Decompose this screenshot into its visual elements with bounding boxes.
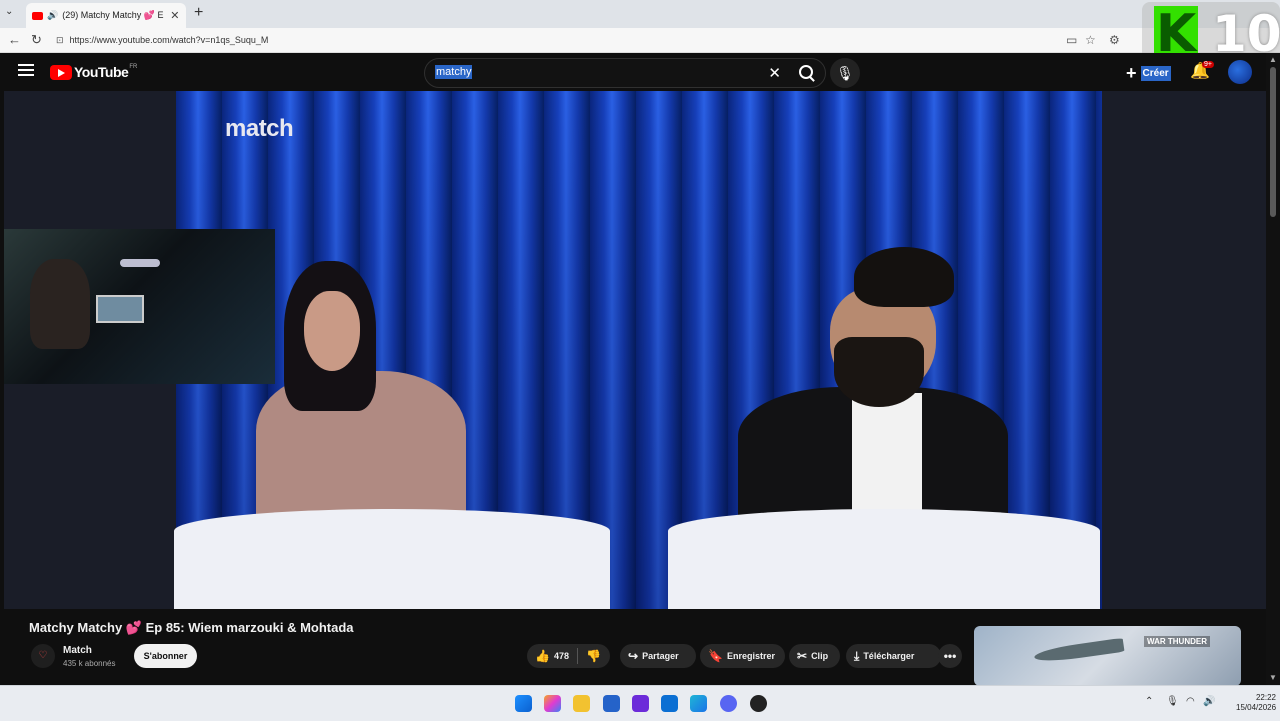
system-clock[interactable]: 22:22 15/04/2026 (1236, 693, 1276, 713)
clip-label: Clip (811, 651, 829, 661)
video-player[interactable]: match ♡ (4, 91, 1266, 609)
volume-icon[interactable]: 🔊 (1203, 696, 1215, 707)
account-avatar[interactable] (1228, 60, 1252, 84)
subscribe-button[interactable]: S'abonner (134, 644, 197, 668)
channel-subscriber-count: 435 k abonnés (63, 659, 116, 668)
guest-woman (256, 261, 466, 521)
thumbnail-text: WAR THUNDER (1144, 636, 1210, 647)
url-text: https://www.youtube.com/watch?v=n1qs_Suq… (69, 35, 269, 45)
like-dislike-group: 👍 478 👎 (527, 644, 610, 668)
jet-image (1033, 637, 1125, 665)
channel-avatar[interactable]: ♡ (31, 644, 55, 668)
bookmark-icon: 🔖 (708, 649, 723, 663)
create-button[interactable]: + Créer (1126, 63, 1171, 84)
dislike-thumb-icon[interactable]: 👎 (586, 649, 601, 663)
store-icon[interactable] (603, 695, 620, 712)
edge-browser-icon[interactable] (690, 695, 707, 712)
more-dots-icon: ••• (943, 649, 957, 663)
extensions-icon[interactable]: ⚙ (1109, 33, 1120, 47)
recommended-video-thumbnail[interactable]: WAR THUNDER (974, 626, 1241, 686)
youtube-favicon-icon (32, 11, 43, 20)
new-tab-icon[interactable]: + (194, 4, 203, 22)
site-info-icon[interactable]: ⊡ (56, 35, 64, 46)
youtube-play-icon (50, 64, 72, 80)
discord-icon[interactable] (720, 695, 737, 712)
download-button[interactable]: ⤓ Télécharger (846, 644, 941, 668)
plus-icon: + (1126, 63, 1137, 83)
share-arrow-icon: ↪ (628, 649, 639, 663)
notifications-badge: 9+ (1202, 61, 1214, 68)
reader-icon[interactable]: ▭ (1066, 33, 1077, 47)
download-icon: ⤓ (854, 648, 860, 663)
back-icon[interactable]: ← (8, 32, 21, 47)
obs-icon[interactable] (632, 695, 649, 712)
audio-playing-icon[interactable]: 🔊 (47, 10, 58, 21)
share-label: Partager (642, 651, 679, 661)
video-info: Matchy Matchy 💕 Ep 85: Wiem marzouki & M… (4, 609, 1266, 686)
youtube-header: YouTube FR matchy ✕ 🎙 + Créer 🔔 9+ (4, 53, 1266, 91)
match-brand-watermark: match (225, 115, 294, 142)
scroll-down-icon[interactable]: ▼ (1269, 673, 1277, 682)
search-icon[interactable] (799, 65, 813, 79)
like-thumb-icon[interactable]: 👍 (535, 649, 550, 663)
channel-name[interactable]: Match (63, 645, 92, 656)
like-count[interactable]: 478 (554, 651, 569, 661)
like-separator (576, 648, 578, 664)
clock-time: 22:22 (1255, 693, 1276, 702)
menu-icon[interactable] (18, 64, 34, 76)
favorite-star-icon[interactable]: ☆ (1085, 33, 1096, 47)
reload-icon[interactable]: ↻ (31, 32, 42, 48)
guest-woman-face (304, 291, 360, 371)
create-label: Créer (1140, 66, 1171, 81)
download-label: Télécharger (863, 651, 915, 661)
tray-overflow-icon[interactable]: ⌃ (1145, 696, 1153, 707)
scissors-icon: ✂ (797, 649, 808, 663)
guest-man-hair (854, 247, 954, 307)
youtube-logo[interactable]: YouTube FR (50, 64, 137, 80)
browser-tab-bar: ⌄ 🔊 (29) Matchy Matchy 💕 Ep 85 ✕ + (0, 0, 1280, 28)
webcam-light (120, 259, 160, 267)
guest-man (738, 247, 1008, 517)
start-windows-icon[interactable] (515, 695, 532, 712)
streamer-figure (30, 259, 90, 349)
wifi-icon[interactable]: ◠ (1186, 696, 1195, 707)
youtube-wordmark: YouTube (74, 64, 129, 80)
copilot-icon[interactable] (544, 695, 561, 712)
clip-button[interactable]: ✂ Clip (789, 644, 840, 668)
country-code: FR (129, 64, 138, 70)
search-input[interactable]: matchy (435, 65, 473, 79)
url-field[interactable]: ⊡ https://www.youtube.com/watch?v=n1qs_S… (50, 30, 1150, 50)
clock-date: 15/04/2026 (1236, 703, 1277, 712)
webcam-monitor (96, 295, 144, 323)
address-bar: ← ↻ ⊡ https://www.youtube.com/watch?v=n1… (0, 28, 1280, 53)
save-label: Enregistrer (726, 651, 775, 661)
video-background-right (1102, 91, 1266, 609)
clear-search-icon[interactable]: ✕ (768, 64, 781, 82)
browser-tab-active[interactable]: 🔊 (29) Matchy Matchy 💕 Ep 85 ✕ (26, 3, 186, 28)
share-button[interactable]: ↪ Partager (620, 644, 696, 668)
table-right (668, 509, 1100, 609)
tab-list-icon[interactable]: ⌄ (5, 6, 13, 17)
more-actions-button[interactable]: ••• (938, 644, 962, 668)
tab-title: (29) Matchy Matchy 💕 Ep 85 (62, 10, 164, 20)
mic-tray-icon[interactable]: 🎙 (1166, 696, 1179, 707)
outlook-icon[interactable] (661, 695, 678, 712)
page-scrollbar[interactable]: ▲ ▼ (1266, 53, 1280, 685)
file-explorer-icon[interactable] (573, 695, 590, 712)
app-icon[interactable] (750, 695, 767, 712)
streamer-webcam-overlay (4, 229, 275, 384)
windows-taskbar: ⌃ 🎙 ◠ 🔊 22:22 15/04/2026 (0, 685, 1280, 721)
search-box[interactable]: matchy ✕ (424, 58, 826, 88)
table-left (174, 509, 610, 609)
tab-close-icon[interactable]: ✕ (170, 9, 179, 22)
scrollbar-thumb[interactable] (1270, 67, 1276, 217)
scroll-up-icon[interactable]: ▲ (1269, 55, 1277, 64)
guest-man-beard (834, 337, 924, 407)
guest-man-shirt (852, 393, 922, 513)
video-title: Matchy Matchy 💕 Ep 85: Wiem marzouki & M… (29, 620, 354, 635)
voice-search-icon[interactable]: 🎙 (830, 58, 860, 88)
save-button[interactable]: 🔖 Enregistrer (700, 644, 785, 668)
